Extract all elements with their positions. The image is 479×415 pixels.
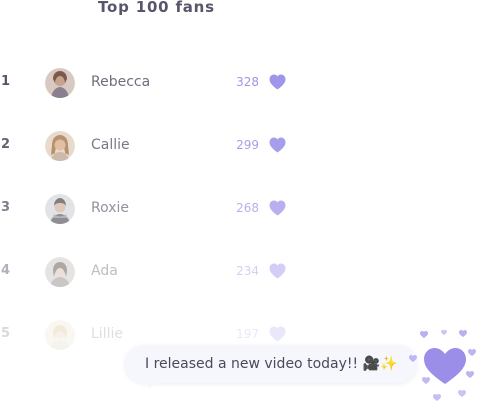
heart-icon <box>269 326 286 342</box>
message-bubble-body: I released a new video today!! 🎥✨ <box>125 345 418 383</box>
fan-name: Callie <box>91 137 130 153</box>
message-bubble[interactable]: I released a new video today!! 🎥✨ <box>125 345 418 389</box>
avatar[interactable] <box>45 68 75 98</box>
message-text: I released a new video today!! 🎥✨ <box>145 356 398 372</box>
fan-name: Lillie <box>91 326 123 342</box>
rank-number: 4 <box>1 263 11 278</box>
avatar[interactable] <box>45 131 75 161</box>
rank-number: 3 <box>1 200 11 215</box>
like-count: 268 <box>236 201 259 215</box>
like-count: 328 <box>236 75 259 89</box>
heart-icon <box>269 263 286 279</box>
rank-number: 1 <box>1 74 11 89</box>
list-item[interactable]: 4 Ada 234 <box>0 255 300 289</box>
heart-icon <box>269 74 286 90</box>
like-count: 234 <box>236 264 259 278</box>
list-item[interactable]: 3 Roxie 268 <box>0 192 300 226</box>
rank-number: 5 <box>1 326 11 341</box>
list-item[interactable]: 2 Callie 299 <box>0 129 300 163</box>
heart-burst-icon <box>409 329 476 401</box>
avatar[interactable] <box>45 320 75 350</box>
avatar[interactable] <box>45 257 75 287</box>
bubble-tail-icon <box>145 379 159 389</box>
heart-burst-button[interactable] <box>404 324 479 404</box>
like-count: 197 <box>236 327 259 341</box>
list-item[interactable]: 1 Rebecca 328 <box>0 66 300 100</box>
rank-number: 2 <box>1 137 11 152</box>
fan-name: Rebecca <box>91 74 151 90</box>
heart-icon <box>269 137 286 153</box>
like-count: 299 <box>236 138 259 152</box>
fan-name: Ada <box>91 263 118 279</box>
fan-name: Roxie <box>91 200 130 216</box>
heart-icon <box>269 200 286 216</box>
avatar[interactable] <box>45 194 75 224</box>
